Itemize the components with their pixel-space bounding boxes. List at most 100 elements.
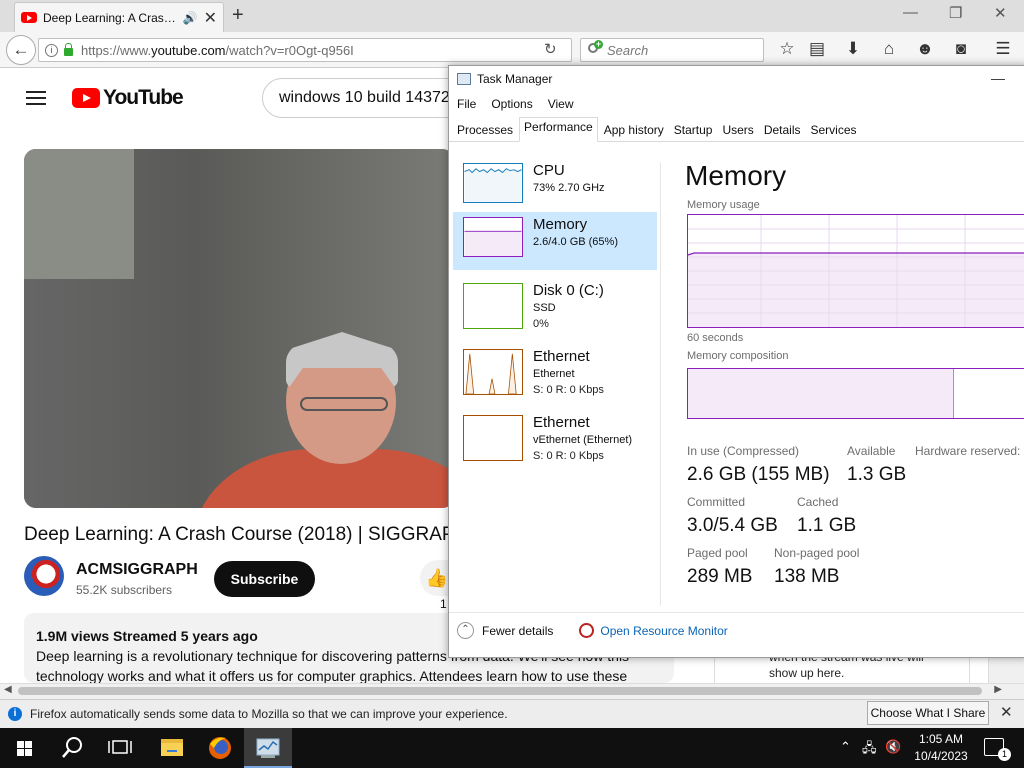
sidebar-item-disk[interactable]: Disk 0 (C:) SSD 0% xyxy=(453,278,657,336)
horizontal-scrollbar[interactable]: ◀ ▶ xyxy=(0,683,1024,699)
task-view-icon[interactable] xyxy=(96,728,144,768)
chat-icon[interactable]: ☻ xyxy=(914,39,936,59)
pocket-icon[interactable]: ◙ xyxy=(950,39,972,59)
pane-divider xyxy=(660,162,661,606)
memory-usage-label: Memory usage xyxy=(687,199,760,211)
video-player[interactable] xyxy=(24,149,454,508)
close-tab-icon[interactable]: ✕ xyxy=(204,8,217,28)
minimize-icon[interactable]: — xyxy=(903,4,918,21)
cpu-graph-thumb xyxy=(463,163,523,203)
new-tab-button[interactable]: + xyxy=(232,4,244,27)
speaker-icon[interactable]: 🔊 xyxy=(183,11,198,25)
scroll-right-icon[interactable]: ▶ xyxy=(994,684,1002,695)
channel-avatar[interactable] xyxy=(24,556,64,596)
memory-graph-thumb xyxy=(463,217,523,257)
clock[interactable]: 1:05 AM 10/4/2023 xyxy=(906,731,976,765)
panel-heading: Memory xyxy=(685,160,787,191)
youtube-play-icon xyxy=(72,88,100,108)
chevron-up-icon[interactable]: ⌃ xyxy=(457,622,474,639)
fewer-details-link[interactable]: Fewer details xyxy=(482,624,553,638)
url-text: https://www.youtube.com/watch?v=r0Ogt-q9… xyxy=(81,42,354,58)
bookmark-star-icon[interactable]: ☆ xyxy=(776,39,798,59)
info-icon[interactable]: i xyxy=(45,43,58,57)
tab-startup[interactable]: Startup xyxy=(670,119,717,141)
youtube-favicon-icon xyxy=(21,12,37,23)
committed-value: 3.0/5.4 GB xyxy=(687,515,778,536)
like-count: 1 xyxy=(440,597,447,611)
footer: ⌃ Fewer details Open Resource Monitor xyxy=(457,622,728,639)
paged-pool-value: 289 MB xyxy=(687,566,753,587)
footer-divider xyxy=(449,612,1024,613)
info-icon: i xyxy=(8,707,22,721)
search-input[interactable]: + Search xyxy=(580,38,764,62)
title-bar: Task Manager xyxy=(457,72,552,86)
subscribe-button[interactable]: Subscribe xyxy=(214,561,315,597)
sidebar-item-cpu[interactable]: CPU 73% 2.70 GHz xyxy=(453,158,657,216)
available-value: 1.3 GB xyxy=(847,464,907,485)
hamburger-menu-icon[interactable] xyxy=(26,88,46,109)
in-use-value: 2.6 GB (155 MB) xyxy=(687,464,830,485)
subscriber-count: 55.2K subscribers xyxy=(76,583,173,597)
menu-file[interactable]: File xyxy=(457,97,476,111)
reading-list-icon[interactable]: ▤ xyxy=(806,39,828,59)
sidebar-item-ethernet[interactable]: Ethernet Ethernet S: 0 R: 0 Kbps xyxy=(453,344,657,402)
disk-graph-thumb xyxy=(463,283,523,329)
lock-icon xyxy=(64,43,73,56)
search-icon[interactable] xyxy=(48,728,96,768)
tab-services[interactable]: Services xyxy=(807,119,861,141)
download-icon[interactable]: ⬇ xyxy=(842,39,864,59)
action-center-icon[interactable]: 1 xyxy=(984,738,1011,761)
sidebar-item-vethernet[interactable]: Ethernet vEthernet (Ethernet) S: 0 R: 0 … xyxy=(453,410,657,468)
youtube-search-input[interactable]: windows 10 build 14372 xyxy=(262,78,462,118)
ethernet-graph-thumb xyxy=(463,349,523,395)
date-text: 10/4/2023 xyxy=(914,749,968,763)
video-title: Deep Learning: A Crash Course (2018) | S… xyxy=(24,524,469,545)
restore-icon[interactable]: ❐ xyxy=(949,4,962,22)
menu-bar: File Options View xyxy=(457,97,574,111)
tab-details[interactable]: Details xyxy=(760,119,805,141)
tab-app-history[interactable]: App history xyxy=(600,119,668,141)
network-icon[interactable]: 🖧 xyxy=(862,739,877,761)
reload-icon[interactable]: ↻ xyxy=(544,40,557,58)
file-explorer-icon[interactable] xyxy=(148,728,196,768)
task-manager-taskbar-icon[interactable] xyxy=(244,728,292,768)
non-paged-pool-label: Non-paged pool xyxy=(774,546,860,560)
menu-icon[interactable]: ☰ xyxy=(992,39,1014,59)
hardware-reserved-label: Hardware reserved: xyxy=(915,444,1021,458)
tab-performance[interactable]: Performance xyxy=(519,117,598,142)
chevron-up-icon[interactable]: ⌃ xyxy=(840,739,851,755)
task-manager-window[interactable]: Task Manager — File Options View Process… xyxy=(448,65,1024,658)
channel-name[interactable]: ACMSIGGRAPH xyxy=(76,561,198,579)
back-button[interactable]: ← xyxy=(6,35,36,65)
tab-processes[interactable]: Processes xyxy=(453,119,517,141)
windows-start-icon[interactable] xyxy=(0,728,48,768)
choose-what-i-share-button[interactable]: Choose What I Share xyxy=(867,701,989,725)
youtube-logo[interactable]: YouTube xyxy=(72,86,184,110)
memory-composition-bar xyxy=(687,368,1024,419)
close-window-icon[interactable]: ✕ xyxy=(994,4,1007,22)
paged-pool-label: Paged pool xyxy=(687,546,748,560)
committed-label: Committed xyxy=(687,495,746,509)
address-bar[interactable]: i https://www.youtube.com/watch?v=r0Ogt-… xyxy=(38,38,572,62)
sidebar-item-memory[interactable]: Memory 2.6/4.0 GB (65%) xyxy=(453,212,657,270)
tab-title: Deep Learning: A Cras… xyxy=(43,10,176,25)
menu-view[interactable]: View xyxy=(548,97,574,111)
browser-tab[interactable]: Deep Learning: A Cras… 🔊 ✕ xyxy=(14,2,224,32)
volume-muted-icon[interactable]: 🔇 xyxy=(885,739,901,755)
resource-monitor-icon xyxy=(579,623,595,638)
scroll-left-icon[interactable]: ◀ xyxy=(4,684,12,695)
time-span-label: 60 seconds xyxy=(687,332,744,344)
menu-options[interactable]: Options xyxy=(491,97,532,111)
home-icon[interactable]: ⌂ xyxy=(878,39,900,59)
add-engine-icon: + xyxy=(594,39,603,49)
notification-text: Firefox automatically sends some data to… xyxy=(30,707,508,721)
in-use-label: In use (Compressed) xyxy=(687,444,800,458)
time-text: 1:05 AM xyxy=(918,732,964,746)
minimize-icon[interactable]: — xyxy=(991,70,1005,86)
tab-users[interactable]: Users xyxy=(718,119,757,141)
firefox-icon[interactable] xyxy=(196,728,244,768)
close-notification-icon[interactable]: ✕ xyxy=(1000,703,1013,721)
non-paged-pool-value: 138 MB xyxy=(774,566,840,587)
open-resource-monitor-link[interactable]: Open Resource Monitor xyxy=(600,624,727,638)
tab-strip: Processes Performance App history Startu… xyxy=(449,117,1024,142)
